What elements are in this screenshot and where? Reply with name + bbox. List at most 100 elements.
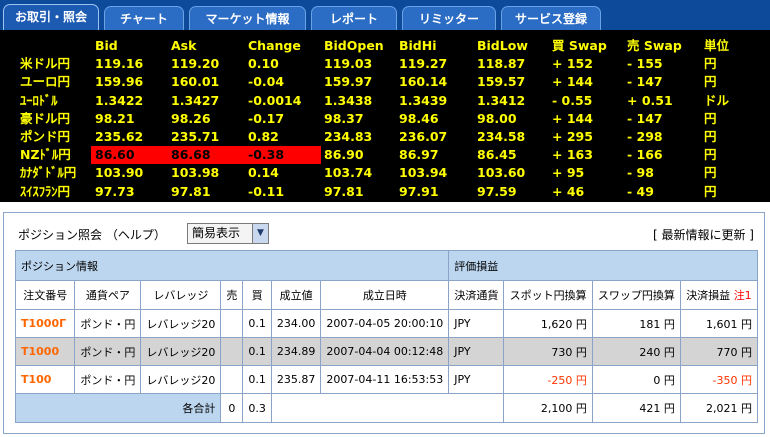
col-swap-jpy: スワップ円換算 (591, 280, 681, 310)
board-value: 円 (704, 74, 717, 90)
tab-limiter[interactable]: リミッター (402, 6, 496, 30)
board-value: 86.45 (477, 147, 517, 163)
order-number-link[interactable]: T100 (14, 365, 76, 394)
note1-link[interactable]: 注1 (734, 289, 752, 302)
cell-price: 235.87 (270, 365, 322, 394)
board-value: 円 (704, 183, 717, 199)
board-value: 円 (704, 165, 717, 181)
cell-spot: 730 円 (503, 337, 593, 366)
section-position-info: ポジション情報 (14, 250, 450, 281)
board-value: 97.59 (477, 183, 517, 199)
board-pair-label: ユーロ円 (20, 74, 71, 90)
total-buy: 0.3 (242, 393, 272, 423)
board-value: - 298 (627, 129, 663, 144)
cell-pair: ポンド・円 (74, 337, 142, 366)
board-pair-label: 豪ドル円 (20, 110, 71, 126)
refresh-link[interactable]: [ 最新情報に更新 ] (653, 226, 754, 243)
cell-pl: -350 円 (679, 365, 759, 394)
col-currency-pair: 通貨ペア (74, 280, 142, 310)
board-value: 103.60 (477, 165, 526, 181)
board-value: 円 (704, 147, 717, 163)
total-label: 各合計 (14, 393, 222, 423)
board-value: 1.3438 (324, 92, 373, 108)
board-header: Ask (171, 38, 197, 53)
board-pair-label: ポンド円 (20, 129, 71, 144)
cell-pair: ポンド・円 (74, 365, 142, 394)
cell-swap: 0 円 (591, 365, 681, 394)
board-value: 119.16 (95, 56, 144, 72)
cell-buy: 0.1 (242, 309, 272, 338)
board-value: 119.27 (399, 56, 448, 72)
board-header: BidOpen (324, 38, 384, 53)
tab-market-info[interactable]: マーケット情報 (189, 6, 306, 30)
col-settle-currency: 決済通貨 (448, 280, 505, 310)
board-value: -0.17 (248, 110, 285, 126)
total-row: 各合計 0 0.3 2,100 円 421 円 2,021 円 (14, 393, 759, 423)
board-value: 1.3422 (95, 92, 144, 108)
board-value-highlighted: 86.68 (167, 146, 244, 165)
board-value: 円 (704, 110, 717, 126)
board-value: - 49 (627, 183, 654, 199)
cell-spot: -250 円 (503, 365, 593, 394)
board-value: 103.74 (324, 165, 373, 181)
panel-title[interactable]: ポジション照会 （ヘルプ） (18, 226, 166, 243)
board-value: 98.37 (324, 110, 364, 126)
board-value: 235.71 (171, 129, 220, 144)
cell-price: 234.89 (270, 337, 322, 366)
total-sell: 0 (220, 393, 244, 423)
position-table: ポジション情報 評価損益 注文番号 通貨ペア レバレッジ 売 買 成立値 成立日… (14, 250, 759, 423)
total-pl: 2,021 円 (679, 393, 759, 423)
board-value: 119.03 (324, 56, 373, 72)
board-value: + 46 (552, 183, 585, 199)
board-value: + 295 (552, 129, 593, 144)
cell-pair: ポンド・円 (74, 309, 142, 338)
board-value: 円 (704, 56, 717, 72)
board-header: 売 Swap (627, 38, 682, 53)
board-value: ドル (704, 92, 730, 108)
cell-spot: 1,620 円 (503, 309, 593, 338)
tab-chart[interactable]: チャート (104, 6, 184, 30)
tab-trading[interactable]: お取引・照会 (3, 4, 99, 30)
board-value: 235.62 (95, 129, 144, 144)
cell-leverage: レバレッジ20 (140, 309, 222, 338)
chevron-down-icon[interactable]: ▼ (252, 224, 268, 243)
board-value: + 95 (552, 165, 585, 181)
cell-leverage: レバレッジ20 (140, 365, 222, 394)
position-row: T100 ポンド・円 レバレッジ20 0.1 235.87 2007-04-11 16:5… (14, 365, 759, 394)
board-value: 0.82 (248, 129, 279, 144)
board-value-highlighted: 86.60 (91, 146, 167, 165)
board-header: BidHi (399, 38, 437, 53)
cell-price: 234.00 (270, 309, 322, 338)
board-value: 97.73 (95, 183, 135, 199)
display-mode-select[interactable]: 簡易表示 ▼ (187, 223, 269, 244)
board-value: 98.00 (477, 110, 517, 126)
board-pair-label: ｽｲｽﾌﾗﾝ円 (20, 183, 71, 199)
board-header: Bid (95, 38, 118, 53)
board-value: + 0.51 (627, 92, 673, 108)
col-buy: 買 (242, 280, 272, 310)
board-value: 1.3439 (399, 92, 448, 108)
cell-datetime: 2007-04-11 16:53:53 (320, 365, 450, 394)
board-value: - 0.55 (552, 92, 593, 108)
tab-report[interactable]: レポート (311, 6, 397, 30)
board-value: 103.94 (399, 165, 448, 181)
tab-bar: お取引・照会 チャート マーケット情報 レポート リミッター サービス登録 (0, 0, 770, 30)
order-number-link[interactable]: T1000Γ (14, 309, 76, 338)
board-header: 買 Swap (552, 38, 607, 53)
board-value: 234.58 (477, 129, 526, 144)
board-value: 1.3412 (477, 92, 526, 108)
position-panel-header: ポジション照会 （ヘルプ） 簡易表示 ▼ [ 最新情報に更新 ] (12, 222, 758, 246)
board-value: 159.97 (324, 74, 373, 90)
board-value: 160.01 (171, 74, 220, 90)
board-value: 97.81 (324, 183, 364, 199)
order-number-link[interactable]: T1000 (14, 337, 76, 366)
cell-settle-currency: JPY (448, 337, 505, 366)
cell-pl: 770 円 (679, 337, 759, 366)
board-value: 160.14 (399, 74, 448, 90)
col-order-number: 注文番号 (14, 280, 76, 310)
tab-service-registration[interactable]: サービス登録 (501, 6, 601, 30)
board-value: 98.21 (95, 110, 135, 126)
board-value: 98.26 (171, 110, 211, 126)
board-value-highlighted: -0.38 (244, 146, 321, 165)
board-value: 86.97 (399, 147, 439, 163)
